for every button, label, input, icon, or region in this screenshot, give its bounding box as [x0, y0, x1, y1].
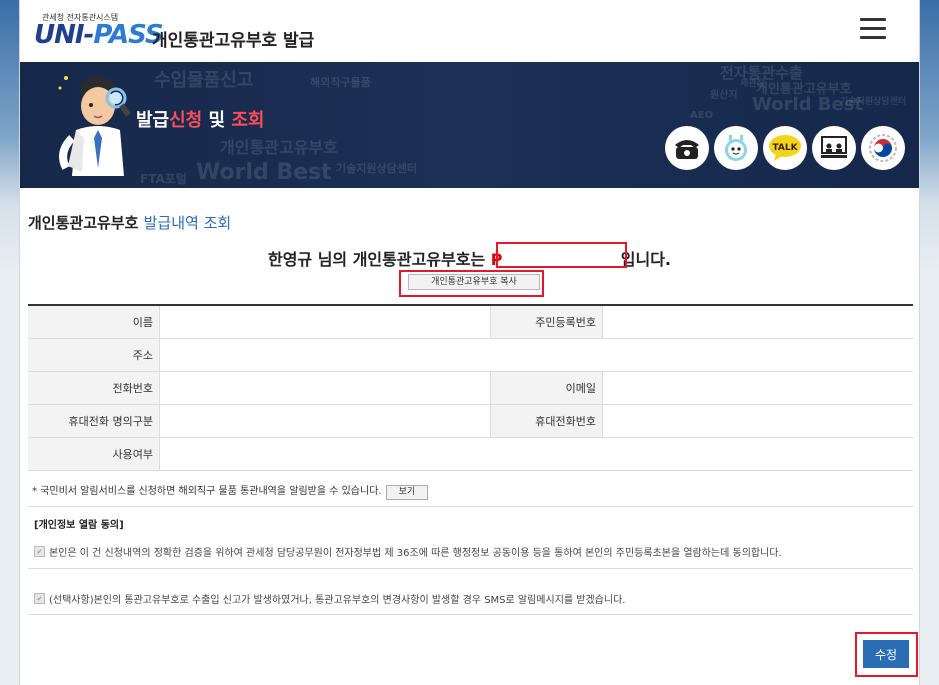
address-label: 주소: [28, 339, 160, 371]
notice-text: * 국민비서 알림서비스를 신청하면 해외직구 물품 통관내역을 알림받을 수 …: [32, 482, 429, 500]
banner-title-part: 신청: [169, 110, 203, 131]
background-right: [919, 0, 939, 685]
kakao-talk-icon[interactable]: TALK: [763, 126, 807, 170]
mobile-value: [603, 405, 800, 437]
robot-chatbot-icon[interactable]: [714, 126, 758, 170]
logo-text-a: UNI-: [34, 20, 94, 50]
banner-watermark: 해외직구물품: [310, 76, 371, 89]
table-row: 이름 주민등록번호: [28, 306, 913, 339]
unipass-logo[interactable]: UNI-PASS: [34, 20, 164, 50]
table-row: 전화번호 이메일: [28, 372, 913, 405]
banner-title-part: 및: [202, 110, 232, 131]
rrn-label: 주민등록번호: [490, 306, 603, 338]
message-suffix: 입니다.: [620, 250, 672, 269]
highlight-box: [855, 632, 918, 677]
mobile-type-value: [160, 405, 490, 437]
consent-text: (선택사항)본인의 통관고유부호로 수출입 신고가 발생하였거나, 통관고유부호…: [49, 595, 626, 606]
divider: [28, 614, 913, 615]
hamburger-menu-icon[interactable]: [860, 18, 886, 40]
optional-consent-checkbox[interactable]: ✔: [34, 593, 45, 604]
phone-label: 전화번호: [28, 372, 160, 404]
banner-watermark: 개인통관고유부호: [756, 82, 852, 97]
consent-title: [개인정보 열람 동의]: [34, 520, 124, 531]
main-content: 개인통관고유부호 발급내역 조회 한영규 님의 개인통관고유부호는 P 입니다. …: [20, 188, 919, 685]
address-value: [160, 339, 912, 371]
remote-support-icon[interactable]: [812, 126, 856, 170]
table-row: 주소: [28, 339, 913, 372]
divider: [28, 568, 913, 569]
government-emblem-icon[interactable]: [861, 126, 905, 170]
phone-icon[interactable]: [665, 126, 709, 170]
kakao-talk-label: TALK: [772, 143, 798, 153]
highlight-box: [496, 242, 627, 268]
applicant-info-table: 이름 주민등록번호 주소 전화번호 이메일 휴대전화 명의구분 휴대전화번호 사…: [28, 304, 913, 471]
email-label: 이메일: [490, 372, 603, 404]
mobile-type-label: 휴대전화 명의구분: [28, 405, 160, 437]
phone-value: [160, 372, 490, 404]
customs-code-message: 한영규 님의 개인통관고유부호는 P 입니다.: [20, 246, 919, 270]
table-row: 사용여부: [28, 438, 913, 471]
banner-watermark: World Best: [752, 94, 864, 115]
table-row: 휴대전화 명의구분 휴대전화번호: [28, 405, 913, 438]
app-window: 관세청 전자통관시스템 UNI-PASS 개인통관고유부호 발급 수입물품신고 …: [20, 0, 919, 685]
consent-item: ✔ (선택사항)본인의 통관고유부호로 수출입 신고가 발생하였거나, 통관고유…: [34, 591, 625, 606]
banner-title-part: 발급: [136, 110, 170, 131]
background-left: [0, 0, 20, 685]
mobile-label: 휴대전화번호: [490, 405, 603, 437]
name-label: 이름: [28, 306, 160, 338]
banner-watermark: FTA포털: [140, 172, 187, 186]
section-title-part: 개인통관고유부호: [28, 214, 144, 232]
divider: [28, 506, 913, 507]
top-bar: 관세청 전자통관시스템 UNI-PASS 개인통관고유부호 발급: [20, 0, 919, 62]
email-value: [603, 372, 800, 404]
usage-value: [160, 438, 912, 470]
message-prefix: 한영규 님의 개인통관고유부호는: [267, 250, 491, 269]
highlight-box: [399, 270, 544, 297]
section-title-part: 발급내역 조회: [143, 214, 232, 232]
mascot-illustration: [58, 76, 131, 176]
banner-watermark: 개인통관고유부호: [220, 138, 338, 157]
banner-watermark: 수입물품신고: [154, 70, 254, 91]
consent-item: ✔ 본인은 이 건 신청내역의 정확한 검증을 위하여 관세청 담당공무원이 전…: [34, 544, 782, 559]
banner-title-part: 조회: [231, 110, 265, 131]
view-button[interactable]: 보기: [385, 485, 429, 500]
notice-label: * 국민비서 알림서비스를 신청하면 해외직구 물품 통관내역을 알림받을 수 …: [32, 486, 382, 497]
banner-watermark: 기술지원상담센터: [336, 162, 417, 175]
section-title: 개인통관고유부호 발급내역 조회: [28, 212, 231, 233]
rrn-value: [603, 306, 800, 338]
name-value: [160, 306, 490, 338]
banner-watermark: 원산지: [710, 90, 738, 101]
consent-checkbox[interactable]: ✔: [34, 546, 45, 557]
consent-text: 본인은 이 건 신청내역의 정확한 검증을 위하여 관세청 담당공무원이 전자정…: [49, 548, 782, 559]
usage-label: 사용여부: [28, 438, 160, 470]
banner-title: 발급신청 및 조회: [136, 106, 264, 132]
banner-watermark: AEO: [690, 110, 714, 121]
hero-banner: 수입물품신고 해외직구물품 개인통관고유부호 기술지원상담센터 FTA포털 Wo…: [20, 62, 919, 188]
app-title: 개인통관고유부호 발급: [152, 31, 315, 51]
banner-watermark: World Best: [196, 160, 332, 185]
